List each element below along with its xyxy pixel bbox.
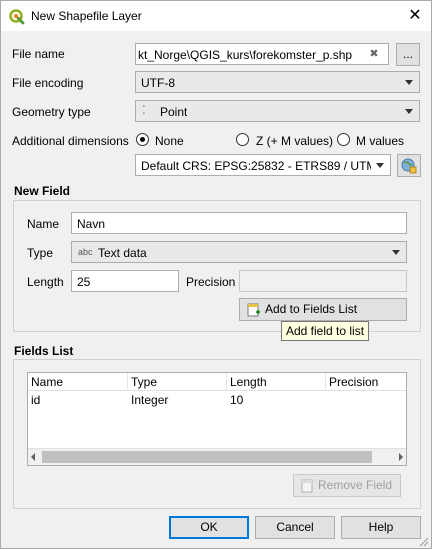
file-encoding-select[interactable]: UTF-8 [135, 71, 420, 93]
chevron-down-icon [392, 250, 400, 255]
qgis-logo-icon [9, 9, 25, 25]
globe-crs-icon [401, 158, 417, 174]
window-title: New Shapefile Layer [31, 9, 142, 23]
ok-button[interactable]: OK [169, 516, 249, 539]
geometry-type-select[interactable]: ⁚ Point [135, 100, 420, 122]
chevron-down-icon [405, 80, 413, 85]
table-row[interactable]: id Integer 10 [28, 392, 406, 410]
browse-button[interactable]: ... [396, 43, 420, 66]
dimensions-none-label: None [155, 134, 184, 148]
field-length-value: 25 [77, 275, 91, 289]
cell-name: id [31, 393, 41, 407]
fields-list-heading: Fields List [14, 344, 74, 358]
dimensions-none-radio[interactable] [136, 133, 149, 146]
field-type-value: Text data [98, 246, 147, 260]
column-header-precision[interactable]: Precision [326, 373, 406, 391]
fields-table-header: Name Type Length Precision [28, 373, 406, 391]
fields-table[interactable]: Name Type Length Precision id Integer 10 [27, 372, 407, 466]
file-name-input[interactable]: kt_Norge\QGIS_kurs\forekomster_p.shp ✖ [135, 43, 389, 65]
add-to-fields-list-label: Add to Fields List [265, 302, 358, 316]
field-precision-label: Precision [186, 275, 236, 289]
crs-select[interactable]: Default CRS: EPSG:25832 - ETRS89 / UTM [135, 154, 391, 176]
field-name-value: Navn [77, 217, 106, 231]
add-field-icon [247, 303, 260, 317]
new-field-heading: New Field [14, 184, 71, 198]
crs-picker-button[interactable] [397, 154, 421, 177]
file-encoding-label: File encoding [12, 76, 84, 90]
column-header-name[interactable]: Name [28, 373, 128, 391]
remove-field-button[interactable]: Remove Field [293, 474, 401, 497]
field-name-input[interactable]: Navn [71, 212, 407, 234]
geometry-type-value: Point [160, 105, 188, 119]
help-button[interactable]: Help [341, 516, 421, 539]
chevron-down-icon [376, 163, 384, 168]
crs-value: Default CRS: EPSG:25832 - ETRS89 / UTM [141, 159, 371, 173]
dimensions-m-label: M values [356, 134, 405, 148]
field-length-input[interactable]: 25 [71, 270, 179, 292]
close-window-button[interactable]: ✕ [399, 1, 431, 31]
file-encoding-value: UTF-8 [141, 76, 175, 90]
geometry-type-label: Geometry type [12, 105, 91, 119]
scrollbar-thumb[interactable] [42, 451, 372, 463]
field-length-label: Length [27, 275, 64, 289]
field-type-select[interactable]: abc Text data [71, 241, 407, 263]
column-header-length[interactable]: Length [227, 373, 326, 391]
add-to-fields-list-button[interactable]: Add to Fields List [239, 298, 407, 321]
file-name-value: kt_Norge\QGIS_kurs\forekomster_p.shp [138, 48, 353, 62]
horizontal-scrollbar[interactable] [28, 448, 406, 465]
title-bar: New Shapefile Layer ✕ [1, 1, 431, 31]
field-name-label: Name [27, 217, 60, 231]
add-field-tooltip: Add field to list [281, 321, 370, 341]
field-precision-input[interactable] [239, 270, 407, 292]
dimensions-z-radio[interactable] [236, 133, 249, 146]
scroll-left-icon[interactable] [31, 453, 35, 461]
column-header-type[interactable]: Type [128, 373, 227, 391]
point-geometry-icon: ⁚ [142, 103, 146, 117]
dimensions-m-radio[interactable] [337, 133, 350, 146]
clear-icon[interactable]: ✖ [366, 47, 382, 61]
cell-type: Integer [131, 393, 169, 407]
file-name-label: File name [12, 47, 65, 61]
text-data-icon: abc [78, 247, 93, 257]
additional-dimensions-label: Additional dimensions [12, 134, 129, 148]
field-type-label: Type [27, 246, 54, 260]
cell-length: 10 [230, 393, 244, 407]
scroll-right-icon[interactable] [399, 453, 403, 461]
remove-field-label: Remove Field [318, 478, 393, 492]
cancel-button[interactable]: Cancel [255, 516, 335, 539]
new-shapefile-dialog: New Shapefile Layer ✕ File name kt_Norge… [0, 0, 432, 549]
chevron-down-icon [405, 109, 413, 114]
resize-grip-icon[interactable] [419, 536, 429, 547]
remove-field-icon [301, 479, 313, 493]
dimensions-z-label: Z (+ M values) [256, 134, 334, 148]
